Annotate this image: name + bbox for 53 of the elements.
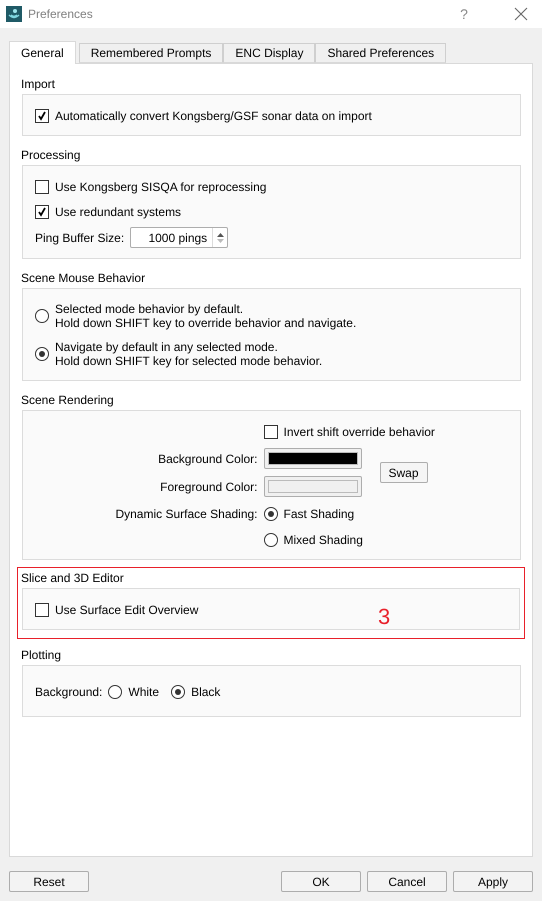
checkbox-label[interactable]: Use redundant systems [55,204,182,218]
section-heading: Plotting [21,647,62,664]
section-heading: Import [21,76,56,93]
section-heading: Processing [21,147,82,164]
dialog-button[interactable]: Cancel [367,871,447,892]
checkbox[interactable] [35,108,49,122]
radio-label[interactable]: White [128,684,160,698]
close-icon[interactable] [514,7,528,21]
checkbox[interactable] [35,204,49,218]
checkbox-label[interactable]: Use Surface Edit Overview [55,602,198,616]
section-heading: Scene Rendering [21,392,115,409]
radio-label[interactable]: Navigate by default in any selected mode. Hold down SHIFT key for selected mode behavior. [55,340,322,368]
checkbox[interactable] [35,180,49,194]
field-label: Background: [35,684,102,698]
field-label: Dynamic Surface Shading: [114,506,258,520]
field-label: Ping Buffer Size: [35,230,124,244]
radio-label[interactable]: Fast Shading [284,506,354,520]
checkbox[interactable] [264,424,278,438]
checkbox[interactable] [35,602,49,616]
field-label: Foreground Color: [159,480,258,494]
check-icon [37,206,47,216]
color-picker[interactable] [264,476,362,497]
section-heading: Slice and 3D Editor [21,570,125,587]
checkbox-label[interactable]: Use Kongsberg SISQA for reprocessing [55,180,266,194]
section-heading: Scene Mouse Behavior [21,270,146,287]
radio-button[interactable] [35,309,49,323]
help-button[interactable]: ? [444,6,484,22]
checkbox-label[interactable]: Automatically convert Kongsberg/GSF sonar data on import [55,108,372,122]
tab[interactable]: Shared Preferences [315,43,446,63]
check-icon [37,110,47,120]
radio-label[interactable]: Selected mode behavior by default. Hold down SHIFT key to override behavior and navigate. [55,302,356,330]
tab[interactable]: ENC Display [223,43,316,63]
radio-button[interactable] [35,347,49,361]
radio-button[interactable] [264,506,278,520]
tab[interactable]: Remembered Prompts [78,43,224,63]
checkbox-label[interactable]: Invert shift override behavior [284,424,435,438]
dialog-button[interactable]: Apply [453,871,533,892]
radio-button[interactable] [108,684,122,698]
spin-arrows-icon[interactable] [216,232,225,244]
reset-button[interactable]: Reset [9,871,89,892]
dialog-button[interactable]: OK [281,871,361,892]
app-icon [6,6,22,22]
radio-button[interactable] [171,684,186,698]
swap-button[interactable]: Swap [380,462,428,483]
color-picker[interactable] [264,448,362,469]
annotation-number: 3 [378,604,390,630]
radio-button[interactable] [264,532,278,546]
radio-label[interactable]: Black [191,684,220,698]
field-label: Background Color: [157,452,258,466]
tab[interactable]: General [9,41,76,64]
window-title: Preferences [28,7,94,21]
spin-field[interactable]: 1000 pings [130,227,228,248]
radio-label[interactable]: Mixed Shading [284,532,363,546]
